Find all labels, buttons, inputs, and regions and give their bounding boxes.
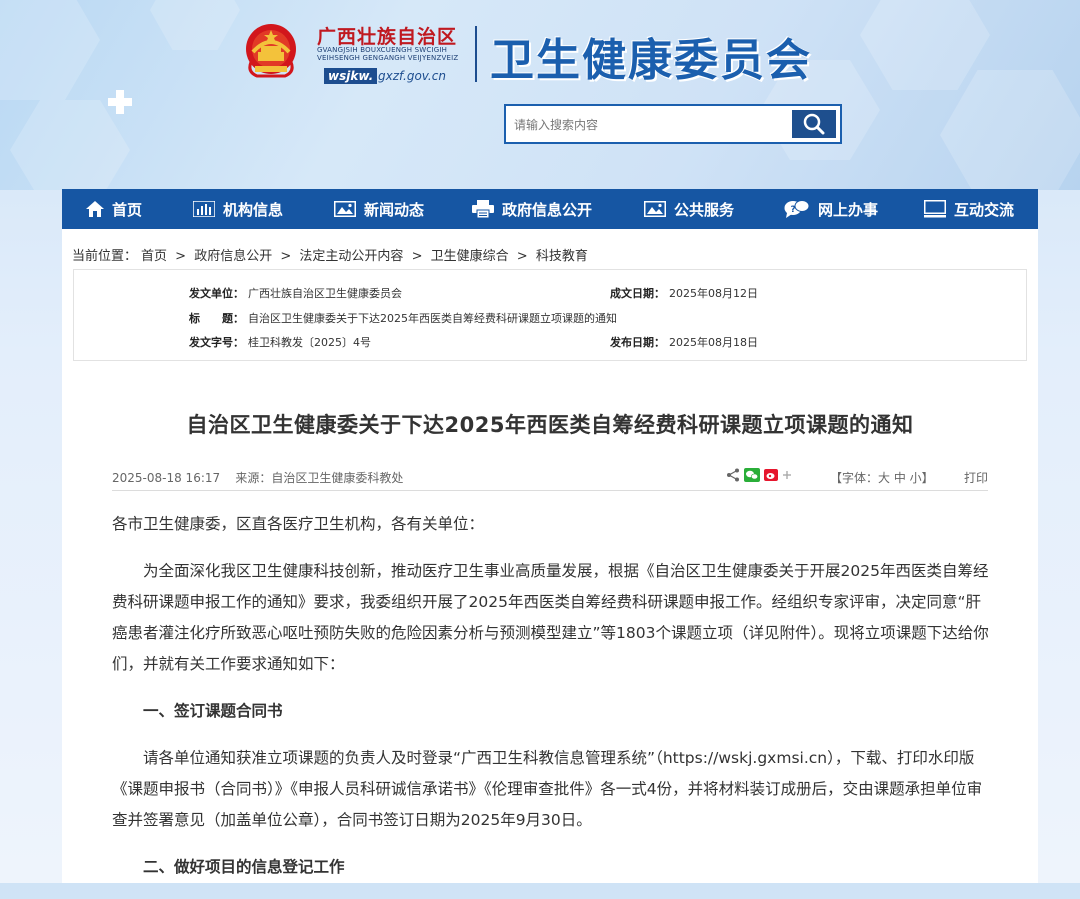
breadcrumb: 当前位置： 首页 > 政府信息公开 > 法定主动公开内容 > 卫生健康综合 > 科… <box>72 245 592 264</box>
share-icon[interactable] <box>726 468 740 482</box>
share-bar <box>726 468 792 482</box>
nav-item-label: 互动交流 <box>954 200 1015 219</box>
printer-icon <box>472 200 494 218</box>
meta-value: 2025年08月18日 <box>669 336 758 349</box>
article-datetime: 2025-08-18 16:17 <box>112 471 221 485</box>
meta-label: 发文单位： <box>189 287 244 300</box>
search-icon <box>803 113 825 135</box>
article-salutation: 各市卫生健康委，区直各医疗卫生机构，各有关单位： <box>112 515 485 533</box>
national-emblem-logo[interactable] <box>243 22 299 80</box>
image-icon <box>334 201 356 217</box>
article-info-bar: 2025-08-18 16:17 来源：自治区卫生健康委科教处 【字体：大 中 … <box>112 466 988 491</box>
nav-item-org-info[interactable]: 机构信息 <box>193 189 283 229</box>
meta-publish-date: 发布日期： 2025年08月18日 <box>610 334 758 350</box>
nav-item-label: 机构信息 <box>223 200 284 219</box>
nav-item-label: 公共服务 <box>674 200 735 219</box>
section-heading: 二、做好项目的信息登记工作 <box>143 858 345 876</box>
breadcrumb-separator: > <box>411 249 423 264</box>
home-icon <box>86 201 104 217</box>
main-content: 当前位置： 首页 > 政府信息公开 > 法定主动公开内容 > 卫生健康综合 > 科… <box>62 229 1038 883</box>
nav-item-public-service[interactable]: 公共服务 <box>644 189 734 229</box>
breadcrumb-link[interactable]: 法定主动公开内容 <box>299 249 403 264</box>
document-meta-table: 发文单位： 广西壮族自治区卫生健康委员会 成文日期： 2025年08月12日 标 题… <box>73 269 1027 361</box>
decor-hexagon <box>940 70 1080 190</box>
bar-chart-icon <box>193 201 215 217</box>
nav-item-news[interactable]: 新闻动态 <box>334 189 424 229</box>
meta-label: 标 题： <box>189 312 244 325</box>
site-url-domain: gxzf.gov.cn <box>378 69 446 83</box>
region-name-zhuang-line: GVANGJSIH BOUXCUENGH SWCIGIH <box>317 46 448 54</box>
meta-value: 广西壮族自治区卫生健康委员会 <box>248 287 402 300</box>
nav-item-label: 网上办事 <box>818 200 879 219</box>
search-box <box>504 104 842 144</box>
header-divider <box>475 26 477 82</box>
article-paragraph: 为全面深化我区卫生健康科技创新，推动医疗卫生事业高质量发展，根据《自治区卫生健康… <box>112 562 989 673</box>
breadcrumb-separator: > <box>175 249 187 264</box>
nav-item-label: 新闻动态 <box>364 200 425 219</box>
article-source: 来源：自治区卫生健康委科教处 <box>235 471 404 485</box>
monitor-icon <box>924 200 946 218</box>
nav-item-label: 首页 <box>112 200 143 219</box>
search-button[interactable] <box>792 110 836 138</box>
nav-item-online-service[interactable]: ? 网上办事 <box>784 189 878 229</box>
decor-hexagon <box>860 0 990 90</box>
meta-label: 发文字号： <box>189 336 244 349</box>
nav-item-interaction[interactable]: 互动交流 <box>924 189 1014 229</box>
font-size-control[interactable]: 【字体：大 中 小】 <box>830 469 934 486</box>
header-banner: 广西壮族自治区 GVANGJSIH BOUXCUENGH SWCIGIH VEI… <box>0 0 1080 190</box>
site-url-prefix: wsjkw. <box>324 68 378 84</box>
breadcrumb-link[interactable]: 政府信息公开 <box>194 249 272 264</box>
breadcrumb-separator: > <box>280 249 292 264</box>
org-title: 卫生健康委员会 <box>490 35 812 86</box>
image-icon <box>644 201 666 217</box>
decor-hexagon <box>150 0 240 50</box>
plus-icon[interactable] <box>782 470 792 480</box>
meta-label: 发布日期： <box>610 336 665 349</box>
region-name: 广西壮族自治区 <box>317 26 458 48</box>
region-name-zhuang: GVANGJSIH BOUXCUENGH SWCIGIH VEIHSENGH G… <box>317 46 458 62</box>
search-input[interactable] <box>512 112 794 138</box>
article-paragraph: 请各单位通知获准立项课题的负责人及时登录“广西卫生科教信息管理系统”（https… <box>112 749 983 829</box>
breadcrumb-link[interactable]: 科技教育 <box>536 249 588 264</box>
meta-value: 自治区卫生健康委关于下达2025年西医类自筹经费科研课题立项课题的通知 <box>248 312 617 325</box>
region-name-zhuang-line: VEIHSENGH GENGANGH VEIJYENZVEIZ <box>317 54 459 62</box>
nav-item-gov-info[interactable]: 政府信息公开 <box>472 189 592 229</box>
breadcrumb-separator: > <box>516 249 528 264</box>
breadcrumb-prefix: 当前位置： <box>72 249 138 264</box>
svg-text:?: ? <box>791 205 796 215</box>
section-heading: 一、签订课题合同书 <box>143 702 283 720</box>
print-link[interactable]: 打印 <box>964 469 988 486</box>
meta-value: 桂卫科教发〔2025〕4号 <box>248 336 371 349</box>
medical-cross-icon <box>108 90 132 114</box>
article-title: 自治区卫生健康委关于下达2025年西医类自筹经费科研课题立项课题的通知 <box>186 413 914 437</box>
meta-issuer: 发文单位： 广西壮族自治区卫生健康委员会 <box>189 285 402 301</box>
meta-label: 成文日期： <box>610 287 665 300</box>
weibo-icon[interactable] <box>764 469 778 481</box>
decor-hexagon <box>0 0 100 100</box>
breadcrumb-link[interactable]: 首页 <box>141 249 167 264</box>
breadcrumb-link[interactable]: 卫生健康综合 <box>431 249 509 264</box>
nav-item-label: 政府信息公开 <box>502 200 593 219</box>
nav-item-home[interactable]: 首页 <box>86 189 142 229</box>
meta-date-formed: 成文日期： 2025年08月12日 <box>610 285 758 301</box>
meta-value: 2025年08月12日 <box>669 287 758 300</box>
article-info: 2025-08-18 16:17 来源：自治区卫生健康委科教处 <box>112 469 403 486</box>
meta-title: 标 题： 自治区卫生健康委关于下达2025年西医类自筹经费科研课题立项课题的通知 <box>189 310 617 326</box>
chat-icon: ? <box>784 200 810 218</box>
wechat-icon[interactable] <box>744 468 760 482</box>
article-body: 各市卫生健康委，区直各医疗卫生机构，各有关单位： 为全面深化我区卫生健康科技创新… <box>112 509 990 899</box>
main-nav: 首页 机构信息 新闻动态 政府信息公开 公共服务 ? 网上办事 互动交流 <box>62 189 1038 229</box>
meta-doc-number: 发文字号： 桂卫科教发〔2025〕4号 <box>189 334 371 350</box>
